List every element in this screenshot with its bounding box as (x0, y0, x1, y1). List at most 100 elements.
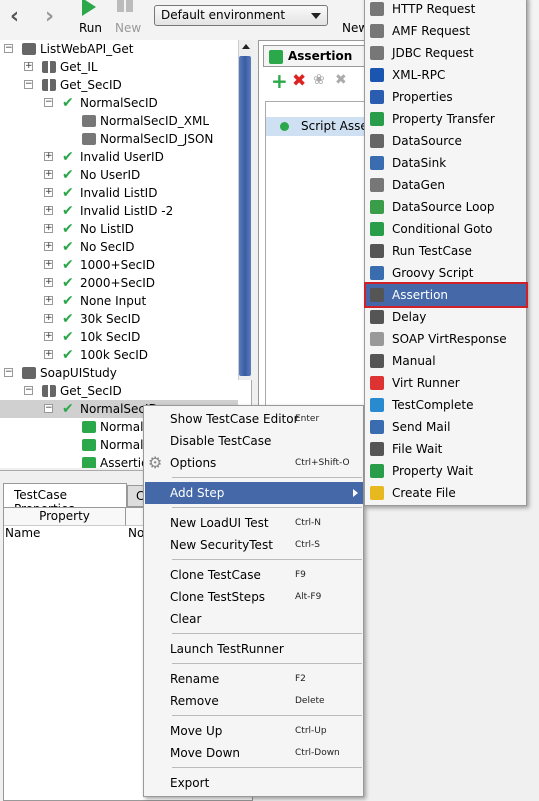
expand-icon[interactable]: + (44, 206, 53, 215)
tree-item[interactable]: NormalSecID_XML (0, 112, 238, 130)
collapse-icon[interactable]: − (24, 386, 33, 395)
add-icon[interactable]: + (271, 69, 288, 93)
environment-select[interactable]: Default environment (154, 5, 328, 26)
submenu-item[interactable]: DataSource (366, 130, 526, 152)
expand-icon[interactable]: + (24, 62, 33, 71)
submenu-item[interactable]: HTTP Request (366, 0, 526, 20)
submenu-item[interactable]: DataSource Loop (366, 196, 526, 218)
collapse-icon[interactable]: − (24, 80, 33, 89)
tree-item[interactable]: + ✔ 2000+SecID (0, 274, 238, 292)
expand-icon[interactable]: + (44, 152, 53, 161)
tree-item[interactable]: − Get_SecID (0, 382, 238, 400)
tree-item[interactable]: + ✔ 10k SecID (0, 328, 238, 346)
property-value-cell[interactable]: No (128, 526, 144, 540)
property-name-cell[interactable]: Name (5, 526, 40, 540)
submenu-item[interactable]: Run TestCase (366, 240, 526, 262)
menu-item[interactable]: Export (145, 772, 363, 794)
submenu-item[interactable]: Delay (366, 306, 526, 328)
tree-item[interactable]: + ✔ No ListID (0, 220, 238, 238)
expand-icon[interactable]: + (44, 332, 53, 341)
submenu-item[interactable]: Property Transfer (366, 108, 526, 130)
editor-tab[interactable]: Assertion (263, 45, 373, 67)
expand-icon[interactable]: + (44, 170, 53, 179)
tree-item[interactable]: − Get_SecID (0, 76, 238, 94)
menu-item[interactable]: Rename F2 (145, 668, 363, 690)
submenu-item[interactable]: AMF Request (366, 20, 526, 42)
submenu-item-label: DataSource (392, 134, 462, 148)
run-button[interactable]: Run (78, 0, 102, 38)
menu-item-label: New LoadUI Test (170, 516, 269, 530)
submenu-item[interactable]: Groovy Script (366, 262, 526, 284)
tree-item[interactable]: + ✔ Invalid ListID -2 (0, 202, 238, 220)
expand-icon[interactable]: + (44, 350, 53, 359)
menu-item[interactable]: Add Step (145, 482, 363, 504)
submenu-item[interactable]: XML-RPC (366, 64, 526, 86)
tab-testcase-properties[interactable]: TestCase Properties (3, 483, 127, 516)
menu-item[interactable]: Show TestCase Editor Enter (145, 408, 363, 430)
tree-item[interactable]: + ✔ None Input (0, 292, 238, 310)
expand-icon[interactable]: + (44, 314, 53, 323)
submenu-item[interactable]: Properties (366, 86, 526, 108)
tree-item[interactable]: + ✔ No UserID (0, 166, 238, 184)
expand-icon[interactable]: + (44, 278, 53, 287)
menu-item[interactable]: Options Ctrl+Shift-O ⚙ (145, 452, 363, 474)
expand-icon[interactable]: + (44, 242, 53, 251)
expand-icon[interactable]: + (44, 260, 53, 269)
tree-item[interactable]: + ✔ 30k SecID (0, 310, 238, 328)
submenu-item[interactable]: Conditional Goto (366, 218, 526, 240)
menu-item[interactable]: Move Up Ctrl-Up (145, 720, 363, 742)
collapse-icon[interactable]: − (4, 368, 13, 377)
menu-item[interactable]: New SecurityTest Ctrl-S (145, 534, 363, 556)
submenu-item[interactable]: DataGen (366, 174, 526, 196)
submenu-item[interactable]: Create File (366, 482, 526, 504)
tree-item[interactable]: + ✔ Invalid UserID (0, 148, 238, 166)
menu-item-label: Clone TestSteps (170, 590, 266, 604)
menu-item[interactable]: Move Down Ctrl-Down (145, 742, 363, 764)
tree-item[interactable]: − ListWebAPI_Get (0, 40, 238, 58)
column-header-property[interactable]: Property (4, 508, 126, 526)
tree-item[interactable]: + ✔ Invalid ListID (0, 184, 238, 202)
menu-item[interactable]: Disable TestCase (145, 430, 363, 452)
back-icon[interactable]: ‹ (10, 4, 19, 29)
forward-icon[interactable]: › (45, 4, 54, 29)
tree-item[interactable]: − SoapUIStudy (0, 364, 238, 382)
collapse-icon[interactable]: − (4, 44, 13, 53)
status-dot-icon (280, 122, 289, 131)
submenu-item[interactable]: File Wait (366, 438, 526, 460)
tree-item[interactable]: + ✔ 100k SecID (0, 346, 238, 364)
submenu-item[interactable]: TestComplete (366, 394, 526, 416)
file-wait-icon (370, 442, 384, 456)
tree-item[interactable]: + Get_IL (0, 58, 238, 76)
expand-icon[interactable]: + (44, 188, 53, 197)
submenu-item[interactable]: Property Wait (366, 460, 526, 482)
submenu-item[interactable]: JDBC Request (366, 42, 526, 64)
delete-icon[interactable]: ✖ (292, 71, 306, 91)
tree-item[interactable]: + ✔ No SecID (0, 238, 238, 256)
menu-item[interactable]: New LoadUI Test Ctrl-N (145, 512, 363, 534)
submenu-item[interactable]: DataSink (366, 152, 526, 174)
new-button[interactable]: New (115, 0, 145, 38)
menu-item[interactable]: Clear (145, 608, 363, 630)
submenu-item-label: Delay (392, 310, 427, 324)
collapse-icon[interactable]: − (44, 404, 53, 413)
assertion-item[interactable]: Script Asse (266, 117, 376, 136)
submenu-item[interactable]: Assertion (364, 282, 528, 308)
run-testcase-icon (370, 244, 384, 258)
scrollbar-thumb[interactable] (239, 56, 251, 376)
menu-item[interactable]: Launch TestRunner (145, 638, 363, 660)
submenu-item[interactable]: Send Mail (366, 416, 526, 438)
expand-icon[interactable]: + (44, 224, 53, 233)
expand-icon[interactable]: + (44, 296, 53, 305)
tree-item[interactable]: + ✔ 1000+SecID (0, 256, 238, 274)
collapse-icon[interactable]: − (44, 98, 53, 107)
scroll-up-icon[interactable] (242, 44, 250, 49)
tree-item[interactable]: − ✔ NormalSecID (0, 94, 238, 112)
menu-item[interactable]: Clone TestCase F9 (145, 564, 363, 586)
menu-item[interactable]: Remove Delete (145, 690, 363, 712)
menu-item[interactable]: Clone TestSteps Alt-F9 (145, 586, 363, 608)
submenu-item[interactable]: SOAP VirtResponse (366, 328, 526, 350)
submenu-item[interactable]: Virt Runner (366, 372, 526, 394)
datasource-icon (370, 134, 384, 148)
submenu-item[interactable]: Manual (366, 350, 526, 372)
tree-item[interactable]: NormalSecID_JSON (0, 130, 238, 148)
